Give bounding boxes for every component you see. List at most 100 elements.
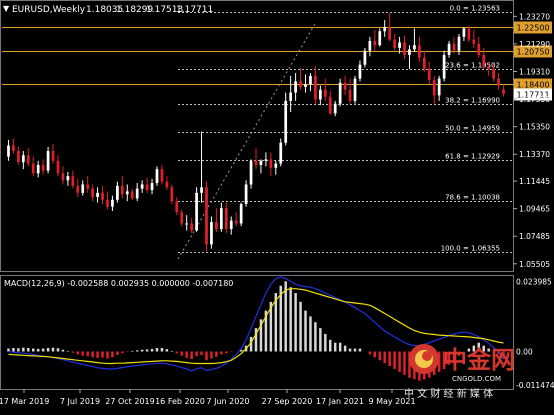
candle-body (462, 28, 466, 37)
candle-body (323, 89, 327, 97)
candle-body (239, 203, 243, 224)
time-axis-label: 17 Mar 2019 (0, 397, 49, 406)
fib-level-label: 78.6 = 1.10038 (445, 194, 500, 202)
candle-body (185, 223, 189, 225)
candle-body (497, 78, 500, 86)
candle-body (76, 185, 80, 193)
candle-body (244, 184, 248, 204)
candle-body (289, 92, 293, 101)
time-axis[interactable]: 17 Mar 2019 7 Jul 2019 27 Oct 2019 16 Feb 2… (0, 389, 416, 406)
candle-body (492, 68, 495, 79)
candle-body (190, 223, 194, 231)
candle-body (487, 67, 491, 69)
time-axis-label: 7 Jun 2020 (206, 397, 249, 406)
price-axis-label: 1.13370 (519, 150, 550, 159)
candle-body (101, 192, 104, 200)
candle-body (294, 81, 297, 93)
candle-body (403, 42, 406, 55)
candle-body (413, 45, 416, 50)
time-axis-label: 17 Jan 2021 (316, 397, 364, 406)
candle-body (234, 220, 238, 224)
candle-body (86, 184, 90, 189)
price-axis-label: 1.21290 (519, 40, 550, 49)
price-axis-label: 1.07485 (519, 232, 550, 241)
candle-body (274, 163, 278, 168)
candle-body (195, 192, 198, 231)
candle-body (125, 191, 129, 195)
candle-body (21, 155, 25, 163)
watermark-slogan: 中 文 财 经 新 媒 体 (404, 387, 493, 400)
candle-body (427, 68, 431, 81)
candle-body (96, 192, 99, 198)
candle-body (200, 187, 203, 193)
candle-body (36, 164, 40, 174)
price-axis-label: 1.19310 (519, 68, 550, 77)
price-panel-frame (0, 0, 514, 272)
candle-body (373, 41, 377, 46)
candle-body (442, 54, 446, 79)
time-axis-label: 7 Jul 2019 (60, 397, 100, 406)
candle-body (111, 199, 114, 207)
macd-axis[interactable]: 0.023985 0.00 -0.011474 (516, 277, 554, 390)
price-axis-label: 1.23270 (519, 12, 550, 21)
candle-body (422, 57, 426, 69)
candle-body (328, 96, 332, 114)
time-axis-label: 16 Feb 2020 (155, 397, 205, 406)
candle-body (259, 160, 263, 165)
candle-body (467, 28, 471, 40)
candle-body (447, 43, 451, 55)
candle-body (398, 42, 401, 48)
candle-body (348, 89, 352, 101)
candle-body (205, 187, 208, 245)
macd-label: MACD(12,26,9) -0.002588 0.002935 0.00000… (4, 279, 233, 288)
candle-body (46, 151, 50, 171)
candle-body (457, 36, 461, 51)
candle-body (269, 159, 273, 168)
chart-canvas[interactable]: 0.0 = 1.23563 23.6 = 1.19502 38.2 = 1.1699… (0, 0, 554, 411)
candle-body (145, 184, 149, 191)
candle-body (150, 183, 154, 191)
fib-level-label: 50.0 = 1.14959 (445, 125, 500, 133)
symbol-label: EURUSD,Weekly (12, 5, 86, 15)
candle-body (219, 208, 223, 230)
candle-body (135, 188, 139, 199)
candle-body (408, 49, 411, 55)
candle-body (41, 164, 45, 171)
candle-body (393, 39, 396, 48)
fib-level-label: 100.0 = 1.06355 (441, 245, 500, 253)
candle-body (81, 184, 85, 193)
candle-body (418, 45, 421, 58)
candle-body (165, 181, 169, 188)
candle-body (155, 169, 159, 184)
macd-axis-label: 0.023985 (516, 277, 552, 286)
fib-level-label: 38.2 = 1.16990 (445, 97, 500, 105)
chart-menu-arrow-icon[interactable]: ▼ (3, 4, 10, 13)
candle-body (175, 201, 179, 213)
candle-body (309, 75, 312, 85)
time-axis-label: 27 Sep 2020 (262, 397, 313, 406)
candle-body (170, 187, 174, 202)
candle-body (472, 39, 476, 44)
candle-body (358, 64, 362, 79)
candle-body (432, 80, 436, 96)
candle-body (66, 176, 70, 181)
macd-axis-label: 0.00 (516, 347, 533, 356)
candle-body (130, 191, 134, 199)
candle-body (71, 176, 75, 186)
candle-body (91, 188, 94, 198)
candle-body (363, 50, 367, 65)
candle-body (299, 81, 302, 87)
price-axis-label: 1.09465 (519, 205, 550, 214)
watermark-brand: 中金网 (443, 346, 515, 374)
candle-body (338, 82, 342, 104)
candle-body (120, 185, 124, 195)
candle-body (353, 78, 357, 101)
candle-body (477, 43, 481, 55)
price-tag-label: 1.18400 (516, 81, 549, 90)
candle-body (12, 145, 15, 152)
candle-body (378, 31, 382, 46)
candle-body (180, 212, 184, 224)
candle-body (17, 151, 20, 163)
price-axis-label: 1.17330 (519, 95, 550, 104)
fib-level-label: 61.8 = 1.12929 (445, 153, 500, 161)
